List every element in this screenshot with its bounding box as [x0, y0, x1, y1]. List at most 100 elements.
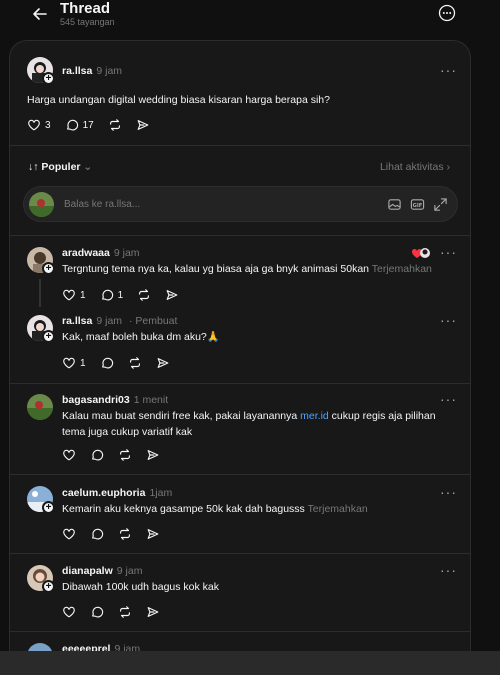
repost-icon — [120, 528, 130, 540]
reply-more-icon[interactable]: ··· — [440, 245, 457, 259]
sort-arrows-icon: ↓↑ — [28, 161, 42, 173]
repost-icon — [120, 449, 130, 461]
send-icon — [147, 450, 159, 460]
comment-button[interactable]: 1 — [100, 288, 123, 302]
back-arrow-icon[interactable] — [30, 4, 50, 24]
repost-icon — [139, 289, 150, 301]
post-more-icon[interactable]: ··· — [440, 63, 457, 77]
link-mer-id[interactable]: mer.id — [300, 410, 329, 422]
expand-icon[interactable] — [433, 197, 448, 212]
like-button[interactable]: 1 — [62, 288, 86, 302]
repost-button[interactable] — [108, 118, 122, 132]
follow-plus-icon[interactable]: + — [42, 580, 55, 593]
send-icon — [147, 529, 159, 539]
divider — [10, 235, 470, 236]
follow-plus-icon[interactable]: + — [42, 72, 55, 85]
reply-input[interactable]: Balas ke ra.llsa... — [64, 199, 140, 210]
like-button[interactable] — [62, 448, 76, 462]
repost-button[interactable] — [118, 448, 132, 462]
reply-text: Kalau mau buat sendiri free kak, pakai l… — [62, 410, 436, 438]
like-button[interactable]: 1 — [62, 356, 86, 370]
gif-icon[interactable]: GIF — [410, 197, 425, 212]
share-button[interactable] — [165, 288, 179, 302]
like-button[interactable]: 3 — [27, 118, 51, 132]
page-title: Thread — [60, 0, 111, 17]
share-button[interactable] — [156, 356, 170, 370]
sort-dropdown[interactable]: ↓↑ Populer ⌄ — [28, 161, 92, 173]
repost-icon — [129, 357, 140, 369]
post-author[interactable]: ra.llsa 9 jam — [62, 65, 122, 77]
divider — [10, 553, 470, 554]
reply-box[interactable]: Balas ke ra.llsa... GIF — [23, 186, 458, 222]
author-liked-icon — [411, 248, 430, 258]
avatar[interactable] — [27, 394, 53, 420]
follow-plus-icon[interactable]: + — [42, 330, 55, 343]
follow-plus-icon[interactable]: + — [42, 501, 55, 514]
heart-icon — [63, 528, 75, 540]
reply-author[interactable]: caelum.euphoria 1jam — [62, 487, 172, 499]
send-icon — [147, 607, 159, 617]
heart-icon — [63, 289, 75, 301]
translate-link[interactable]: Terjemahkan — [372, 263, 432, 275]
like-button[interactable] — [62, 527, 76, 541]
reply-more-icon[interactable]: ··· — [440, 392, 457, 406]
reply-actions: 1 1 — [62, 287, 193, 303]
repost-button[interactable] — [118, 527, 132, 541]
bottom-bar — [0, 651, 500, 675]
share-button[interactable] — [136, 118, 150, 132]
comment-icon — [92, 449, 104, 461]
image-icon[interactable] — [387, 197, 402, 212]
comment-button[interactable] — [90, 605, 104, 619]
heart-icon — [63, 449, 75, 461]
view-activity-link[interactable]: Lihat aktivitas › — [380, 161, 450, 173]
share-button[interactable] — [146, 605, 160, 619]
reply-more-icon[interactable]: ··· — [440, 485, 457, 499]
reply-actions — [62, 604, 174, 620]
comment-icon — [101, 289, 113, 301]
repost-icon — [120, 606, 130, 618]
heart-icon — [63, 606, 75, 618]
svg-text:GIF: GIF — [413, 203, 423, 209]
share-button[interactable] — [146, 527, 160, 541]
reply-more-icon[interactable]: ··· — [440, 313, 457, 327]
comment-icon — [92, 528, 104, 540]
like-button[interactable] — [62, 605, 76, 619]
send-icon — [157, 358, 168, 368]
divider — [10, 474, 470, 475]
chevron-down-icon: ⌄ — [80, 161, 93, 173]
reply-actions — [62, 447, 174, 463]
translate-link[interactable]: Terjemahkan — [308, 503, 368, 515]
repost-button[interactable] — [128, 356, 142, 370]
repost-icon — [109, 119, 120, 131]
comment-icon — [101, 357, 113, 369]
heart-icon — [28, 119, 40, 131]
comment-button[interactable] — [90, 527, 104, 541]
repost-button[interactable] — [137, 288, 151, 302]
repost-button[interactable] — [118, 605, 132, 619]
send-icon — [137, 120, 149, 130]
comment-icon — [66, 119, 78, 131]
reply-author[interactable]: ra.llsa 9 jam · Pembuat — [62, 315, 177, 327]
share-button[interactable] — [146, 448, 160, 462]
follow-plus-icon[interactable]: + — [42, 262, 55, 275]
reply-text: Dibawah 100k udh bagus kok kak — [62, 581, 220, 593]
reply-author[interactable]: dianapalw 9 jam — [62, 565, 142, 577]
post-actions: 3 17 — [27, 117, 164, 133]
reply-text: Kak, maaf boleh buka dm aku?🙏 — [62, 331, 220, 343]
reply-actions: 1 — [62, 355, 184, 371]
more-options-icon[interactable] — [438, 4, 456, 22]
comment-button[interactable] — [100, 356, 114, 370]
thread-line — [39, 279, 41, 307]
my-avatar — [29, 192, 54, 217]
heart-icon — [63, 357, 75, 369]
post-text: Harga undangan digital wedding biasa kis… — [27, 94, 330, 106]
comment-button[interactable]: 17 — [65, 118, 94, 132]
reply-more-icon[interactable]: ··· — [440, 563, 457, 577]
view-count: 545 tayangan — [60, 17, 115, 27]
reply-text: Kemarin aku keknya gasampe 50k kak dah b… — [62, 503, 368, 515]
divider — [10, 145, 470, 146]
reply-author[interactable]: bagasandri03 1 menit — [62, 394, 168, 406]
comment-icon — [92, 606, 104, 618]
comment-button[interactable] — [90, 448, 104, 462]
reply-author[interactable]: aradwaaa 9 jam — [62, 247, 140, 259]
